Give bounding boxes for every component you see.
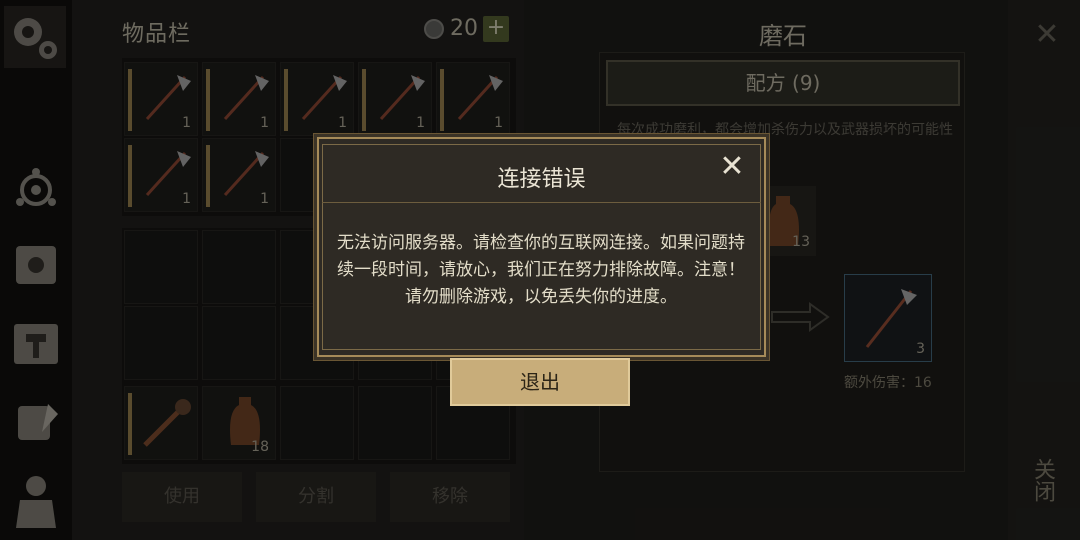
dialog-close-icon[interactable]: ✕ <box>716 152 748 184</box>
exit-button[interactable]: 退出 <box>450 358 630 406</box>
dialog-title: 连接错误 <box>497 167 586 192</box>
dialog-message: 无法访问服务器。请检查你的互联网连接。如果问题持续一段时间，请放心，我们正在努力… <box>337 233 745 307</box>
dialog-divider <box>322 202 761 203</box>
